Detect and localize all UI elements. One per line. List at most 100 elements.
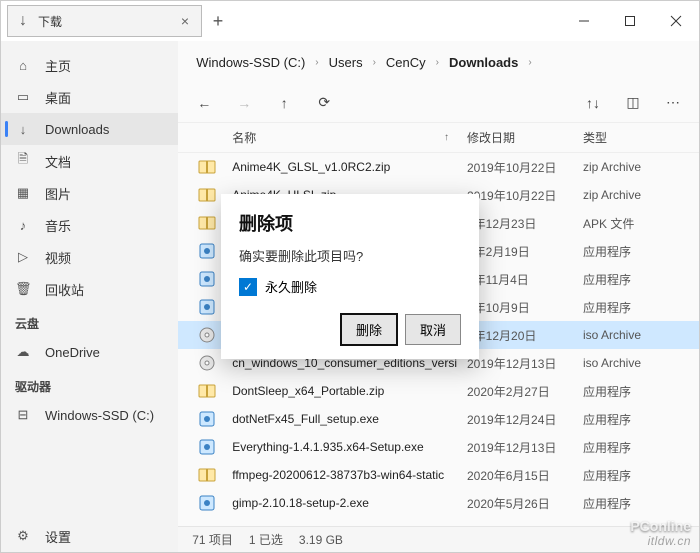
sidebar-item-onedrive[interactable]: ☁OneDrive — [1, 336, 178, 368]
gear-icon: ⚙ — [15, 528, 31, 544]
sidebar-item-pictures[interactable]: ▦图片 — [1, 177, 178, 209]
delete-dialog: 删除项 确实要删除此项目吗? ✓ 永久删除 删除 取消 — [221, 194, 479, 359]
file-row[interactable]: ffmpeg-20200612-38737b3-win64-static2020… — [178, 461, 699, 489]
checkbox-checked-icon: ✓ — [239, 278, 257, 296]
drive-icon: ⊟ — [15, 407, 31, 423]
status-size: 3.19 GB — [299, 533, 343, 547]
sidebar-header-drives: 驱动器 — [1, 368, 178, 399]
file-name: Everything-1.4.1.935.x64-Setup.exe — [232, 440, 467, 454]
file-icon — [198, 438, 232, 456]
column-date[interactable]: 修改日期 — [467, 129, 583, 146]
file-row[interactable]: DontSleep_x64_Portable.zip2020年2月27日应用程序 — [178, 377, 699, 405]
desktop-icon: ▭ — [15, 89, 31, 105]
delete-button[interactable]: 删除 — [341, 314, 397, 345]
chevron-right-icon: › — [524, 57, 535, 68]
cancel-button[interactable]: 取消 — [405, 314, 461, 345]
file-date: 9年12月20日 — [467, 327, 583, 344]
more-button[interactable]: ⋯ — [657, 87, 689, 119]
close-button[interactable] — [653, 1, 699, 41]
sidebar-item-videos[interactable]: ▷视频 — [1, 241, 178, 273]
file-date: 0年11月4日 — [467, 271, 583, 288]
file-icon — [198, 494, 232, 512]
forward-button[interactable]: → — [228, 87, 260, 119]
file-type: iso Archive — [583, 356, 699, 370]
file-name: gimp-2.10.18-setup-2.exe — [232, 496, 467, 510]
file-date: 9年10月9日 — [467, 299, 583, 316]
file-row[interactable]: gimp-2.10.18-setup-2.exe2020年5月26日应用程序 — [178, 489, 699, 517]
file-date: 2019年10月22日 — [467, 187, 583, 204]
file-row[interactable]: Everything-1.4.1.935.x64-Setup.exe2019年1… — [178, 433, 699, 461]
file-type: 应用程序 — [583, 243, 699, 260]
document-icon: 🗎 — [15, 150, 31, 172]
title-bar: ↓ 下载 × + — [1, 1, 699, 41]
file-date: 2019年10月22日 — [467, 159, 583, 176]
file-name: dotNetFx45_Full_setup.exe — [232, 412, 467, 426]
sidebar: ⌂主页 ▭桌面 ↓Downloads 🗎文档 ▦图片 ♪音乐 ▷视频 🗑回收站 … — [1, 41, 178, 552]
file-date: 2019年12月24日 — [467, 411, 583, 428]
breadcrumb-seg-current[interactable]: Downloads — [447, 53, 520, 72]
breadcrumb-seg[interactable]: Windows-SSD (C:) — [194, 53, 307, 72]
file-date: 2020年6月15日 — [467, 467, 583, 484]
permanent-delete-checkbox[interactable]: ✓ 永久删除 — [239, 277, 461, 296]
sidebar-item-drive-c[interactable]: ⊟Windows-SSD (C:) — [1, 399, 178, 431]
file-name: DontSleep_x64_Portable.zip — [232, 384, 467, 398]
file-type: zip Archive — [583, 160, 699, 174]
sidebar-header-cloud: 云盘 — [1, 305, 178, 336]
breadcrumb-seg[interactable]: CenCy — [384, 53, 428, 72]
cloud-icon: ☁ — [15, 344, 31, 360]
sidebar-item-documents[interactable]: 🗎文档 — [1, 145, 178, 177]
file-icon — [198, 382, 232, 400]
sidebar-item-music[interactable]: ♪音乐 — [1, 209, 178, 241]
sort-arrow-icon: ↑ — [444, 132, 449, 143]
file-date: 0年2月19日 — [467, 243, 583, 260]
up-button[interactable]: ↑ — [268, 87, 300, 119]
sidebar-item-desktop[interactable]: ▭桌面 — [1, 81, 178, 113]
refresh-button[interactable]: ⟳ — [308, 87, 340, 119]
video-icon: ▷ — [15, 249, 31, 265]
file-row[interactable]: dotNetFx45_Full_setup.exe2019年12月24日应用程序 — [178, 405, 699, 433]
minimize-button[interactable] — [561, 1, 607, 41]
file-type: 应用程序 — [583, 383, 699, 400]
table-header: 名称↑ 修改日期 类型 — [178, 123, 699, 153]
sort-button[interactable]: ↑↓ — [577, 87, 609, 119]
sidebar-item-recycle[interactable]: 🗑回收站 — [1, 273, 178, 305]
sidebar-item-home[interactable]: ⌂主页 — [1, 49, 178, 81]
tab-downloads[interactable]: ↓ 下载 × — [7, 5, 202, 37]
file-date: 2020年5月26日 — [467, 495, 583, 512]
download-icon: ↓ — [15, 122, 31, 137]
file-type: APK 文件 — [583, 215, 699, 232]
tab-label: 下载 — [38, 13, 169, 30]
sidebar-item-downloads[interactable]: ↓Downloads — [1, 113, 178, 145]
file-icon — [198, 158, 232, 176]
file-type: 应用程序 — [583, 299, 699, 316]
file-date: 2019年12月13日 — [467, 439, 583, 456]
sidebar-item-settings[interactable]: ⚙设置 — [1, 520, 178, 552]
chevron-right-icon: › — [369, 57, 380, 68]
file-name: Anime4K_GLSL_v1.0RC2.zip — [232, 160, 467, 174]
column-type[interactable]: 类型 — [583, 129, 699, 146]
file-type: 应用程序 — [583, 495, 699, 512]
breadcrumb-seg[interactable]: Users — [327, 53, 365, 72]
trash-icon: 🗑 — [15, 281, 31, 297]
download-icon: ↓ — [16, 12, 30, 30]
file-date: 9年12月23日 — [467, 215, 583, 232]
image-icon: ▦ — [15, 185, 31, 201]
file-icon — [198, 410, 232, 428]
status-selected: 1 已选 — [249, 531, 283, 548]
close-tab-icon[interactable]: × — [177, 13, 193, 29]
status-bar: 71 项目 1 已选 3.19 GB — [178, 526, 699, 552]
music-icon: ♪ — [15, 218, 31, 233]
view-button[interactable]: ◫ — [617, 87, 649, 119]
maximize-button[interactable] — [607, 1, 653, 41]
chevron-right-icon: › — [311, 57, 322, 68]
file-type: 应用程序 — [583, 467, 699, 484]
file-date: 2020年2月27日 — [467, 383, 583, 400]
chevron-right-icon: › — [432, 57, 443, 68]
column-name[interactable]: 名称↑ — [232, 129, 467, 146]
back-button[interactable]: ← — [188, 87, 220, 119]
new-tab-button[interactable]: + — [202, 11, 234, 32]
file-type: 应用程序 — [583, 411, 699, 428]
file-row[interactable]: Anime4K_GLSL_v1.0RC2.zip2019年10月22日zip A… — [178, 153, 699, 181]
file-type: zip Archive — [583, 188, 699, 202]
breadcrumb[interactable]: Windows-SSD (C:) › Users › CenCy › Download… — [178, 41, 699, 83]
